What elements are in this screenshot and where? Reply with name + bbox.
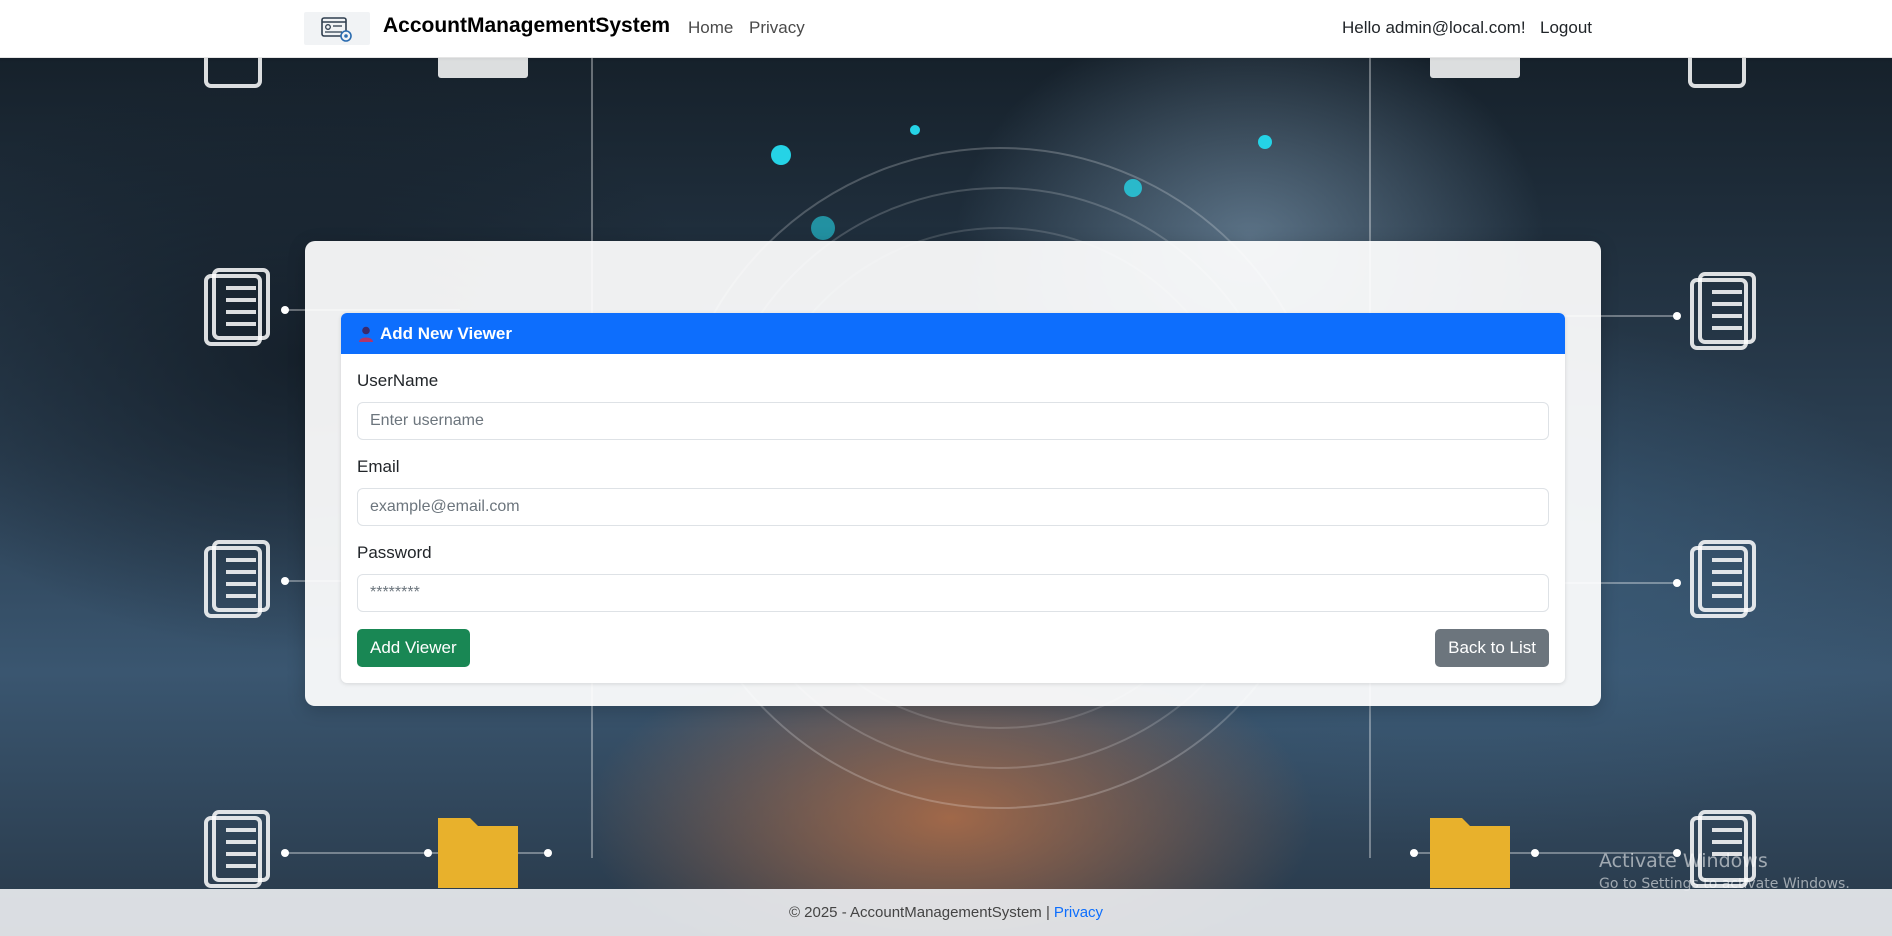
footer-copyright: © 2025 - AccountManagementSystem | — [788, 904, 1050, 921]
account-settings-icon — [321, 16, 352, 42]
user-greeting[interactable]: Hello admin@local.com! — [1342, 18, 1526, 38]
user-icon — [359, 326, 373, 342]
page-container: Add New Viewer UserName Email Password A… — [305, 241, 1601, 706]
password-label: Password — [357, 543, 432, 562]
top-navbar: AccountManagementSystem Home Privacy Hel… — [0, 0, 1892, 58]
watermark-title: Activate Windows — [1599, 850, 1768, 872]
add-viewer-card: Add New Viewer UserName Email Password A… — [341, 313, 1565, 683]
username-input[interactable] — [357, 402, 1549, 440]
brand-name[interactable]: AccountManagementSystem — [383, 14, 670, 38]
page-footer: © 2025 - AccountManagementSystem | Priva… — [0, 889, 1892, 936]
back-to-list-button[interactable]: Back to List — [1435, 629, 1549, 667]
logout-link[interactable]: Logout — [1540, 18, 1592, 38]
footer-privacy-link[interactable]: Privacy — [1054, 904, 1103, 921]
add-viewer-button[interactable]: Add Viewer — [357, 629, 470, 667]
email-label: Email — [357, 457, 400, 476]
password-input[interactable] — [357, 574, 1549, 612]
brand-logo[interactable] — [304, 12, 370, 45]
username-label: UserName — [357, 371, 439, 390]
card-title: Add New Viewer — [380, 323, 512, 343]
email-input[interactable] — [357, 488, 1549, 526]
nav-link-home[interactable]: Home — [688, 18, 733, 38]
windows-activation-watermark: Activate Windows Go to Settings to activ… — [1599, 850, 1850, 892]
nav-link-privacy[interactable]: Privacy — [749, 18, 805, 38]
card-header: Add New Viewer — [341, 313, 1565, 354]
